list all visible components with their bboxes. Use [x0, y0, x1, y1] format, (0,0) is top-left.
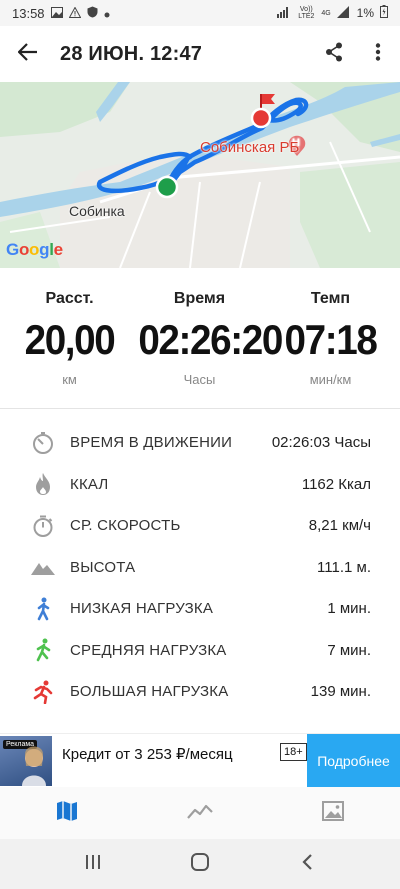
timer-icon [30, 430, 56, 456]
pace-label: Темп [310, 290, 351, 307]
hospital-label: Собинская РБ [200, 139, 300, 156]
stat-label: НИЗКАЯ НАГРУЗКА [70, 600, 214, 618]
route-map[interactable]: H Собинская РБ Собинка Google [0, 82, 400, 268]
ad-banner[interactable]: Реклама Кредит от 3 253 ₽/месяц 18+ Подр… [0, 733, 400, 788]
stat-value: 8,21 км/ч [308, 517, 371, 535]
status-bar: 13:58 Vo)) LTE2 4G 1% [0, 0, 400, 26]
more-options-button[interactable] [356, 26, 400, 82]
stat-value: 139 мин. [310, 683, 371, 701]
start-marker [155, 175, 179, 199]
bottom-nav [0, 787, 400, 839]
network-type: 4G [321, 9, 331, 17]
stat-value: 7 мин. [327, 641, 371, 659]
distance-value: 20,00 [24, 316, 116, 363]
mountain-icon [30, 554, 56, 580]
share-button[interactable] [312, 26, 356, 82]
stat-value: 02:26:03 Часы [271, 434, 371, 452]
nav-charts[interactable] [133, 787, 266, 839]
image-icon [322, 800, 345, 826]
time-summary: Время 02:26:20 Часы [133, 290, 283, 387]
back-button[interactable] [0, 26, 56, 82]
dot-icon [104, 6, 110, 21]
pace-value: 07:18 [284, 316, 378, 363]
workout-summary: Расст. 20,00 км Время 02:26:20 Часы Темп… [0, 268, 400, 408]
stat-label: ВЫСОТА [70, 558, 136, 576]
town-label: Собинка [69, 203, 125, 219]
flame-icon [30, 471, 56, 497]
divider [0, 408, 400, 409]
ad-text: Кредит от 3 253 ₽/месяц [62, 746, 233, 763]
stat-value: 111.1 м. [317, 558, 371, 576]
stat-label: СР. СКОРОСТЬ [70, 517, 181, 535]
more-vert-icon [375, 42, 381, 66]
arrow-back-icon [17, 42, 38, 66]
distance-unit: км [62, 372, 77, 387]
chart-line-icon [187, 802, 213, 825]
time-value: 02:26:20 [138, 316, 283, 363]
gallery-icon [50, 6, 63, 21]
back-icon [301, 853, 313, 876]
distance-summary: Расст. 20,00 км [3, 290, 136, 387]
stat-value: 1162 Ккал [301, 475, 371, 493]
battery-icon [380, 5, 388, 21]
stat-label: ККАЛ [70, 475, 109, 493]
home-button[interactable] [170, 839, 230, 889]
status-time: 13:58 [12, 5, 45, 21]
distance-label: Расст. [45, 290, 94, 307]
stopwatch-icon [30, 513, 56, 539]
stat-calories: ККАЛ 1162 Ккал [0, 464, 400, 506]
recent-apps-icon [85, 854, 101, 875]
nav-map[interactable] [0, 787, 133, 839]
ad-age-rating: 18+ [280, 743, 307, 761]
battery-percent: 1% [356, 6, 374, 20]
stats-list: ВРЕМЯ В ДВИЖЕНИИ 02:26:03 Часы ККАЛ 1162… [0, 422, 400, 713]
time-unit: Часы [183, 372, 216, 387]
finish-marker [250, 94, 275, 129]
page-title: 28 ИЮН. 12:47 [60, 42, 203, 65]
wifi-signal-icon [277, 6, 291, 21]
recent-apps-button[interactable] [63, 839, 123, 889]
network-label: Vo)) LTE2 [298, 6, 315, 20]
google-attribution: Google [6, 240, 63, 259]
stat-moving-time: ВРЕМЯ В ДВИЖЕНИИ 02:26:03 Часы [0, 422, 400, 464]
pace-summary: Темп 07:18 мин/км [264, 290, 397, 387]
walker-icon [30, 637, 56, 663]
system-back-button[interactable] [277, 839, 337, 889]
time-label: Время [173, 290, 226, 307]
runner-icon [30, 679, 56, 705]
pace-unit: мин/км [309, 372, 352, 387]
share-icon [325, 42, 343, 67]
nav-photos[interactable] [267, 787, 400, 839]
stat-label: СРЕДНЯЯ НАГРУЗКА [70, 641, 227, 659]
stat-elevation: ВЫСОТА 111.1 м. [0, 547, 400, 589]
stat-high-load: БОЛЬШАЯ НАГРУЗКА 139 мин. [0, 671, 400, 713]
warning-icon [68, 5, 81, 21]
ad-more-button[interactable]: Подробнее [307, 734, 400, 788]
system-nav-bar [0, 839, 400, 889]
ad-image[interactable]: Реклама [0, 736, 52, 786]
cell-signal-icon [336, 5, 351, 21]
stat-low-load: НИЗКАЯ НАГРУЗКА 1 мин. [0, 588, 400, 630]
app-bar: 28 ИЮН. 12:47 [0, 26, 400, 82]
stat-medium-load: СРЕДНЯЯ НАГРУЗКА 7 мин. [0, 630, 400, 672]
stat-label: БОЛЬШАЯ НАГРУЗКА [70, 683, 229, 701]
stat-value: 1 мин. [327, 600, 371, 618]
map-icon [56, 800, 78, 827]
home-icon [190, 852, 210, 877]
stat-avg-speed: СР. СКОРОСТЬ 8,21 км/ч [0, 505, 400, 547]
walker-icon [30, 596, 56, 622]
stat-label: ВРЕМЯ В ДВИЖЕНИИ [70, 434, 233, 452]
shield-icon [87, 6, 98, 21]
